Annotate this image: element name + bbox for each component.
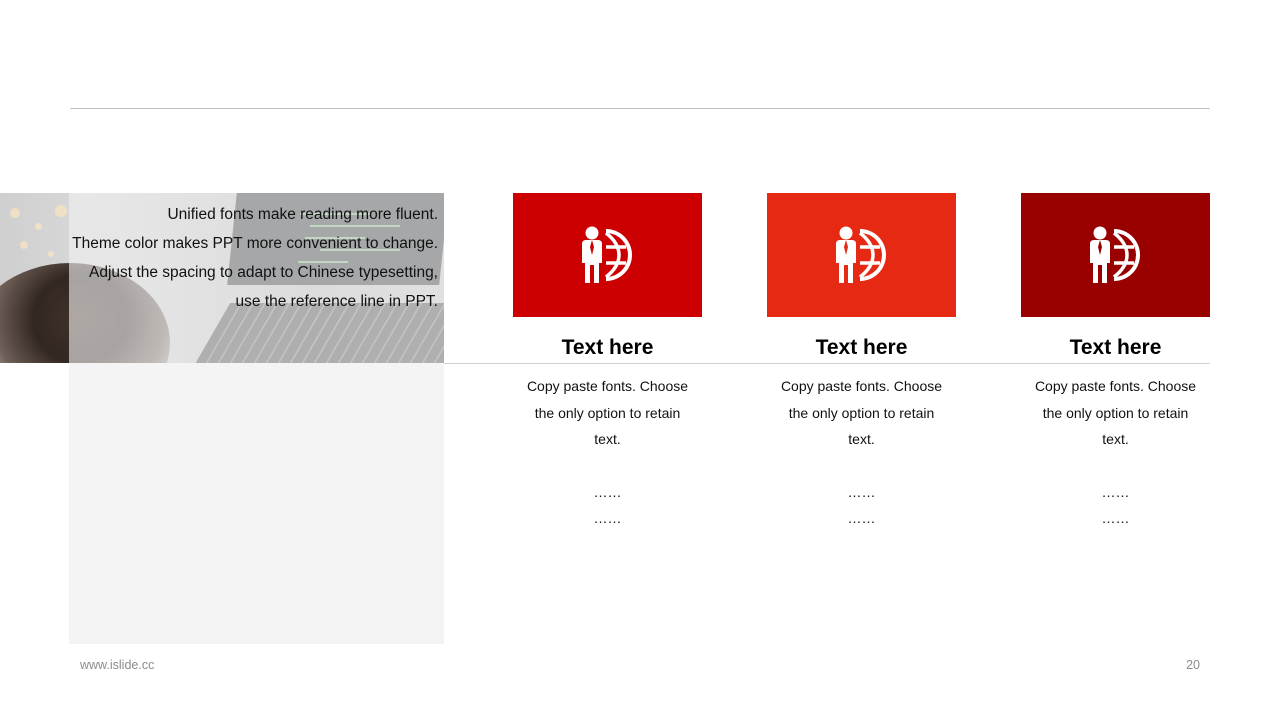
businessman-globe-icon xyxy=(1089,226,1140,283)
card-tile xyxy=(1021,193,1210,317)
card-ellipsis: …… …… xyxy=(513,479,702,532)
top-divider xyxy=(70,108,1210,109)
card-title: Text here xyxy=(815,336,908,359)
card-ellipsis: …… …… xyxy=(1021,479,1210,532)
ellipsis-line: …… xyxy=(593,483,622,500)
card-title: Text here xyxy=(1069,336,1162,359)
footer-url: www.islide.cc xyxy=(80,658,155,672)
ellipsis-line: …… xyxy=(1101,510,1130,526)
feature-card: Text here Copy paste fonts. Choose the o… xyxy=(513,193,702,532)
page-number: 20 xyxy=(1186,658,1200,672)
intro-text: Unified fonts make reading more fluent. … xyxy=(72,200,438,316)
intro-line: Theme color makes PPT more convenient to… xyxy=(72,235,438,252)
card-body: Copy paste fonts. Choose the only option… xyxy=(780,378,943,447)
businessman-globe-icon xyxy=(581,226,632,283)
feature-card: Text here Copy paste fonts. Choose the o… xyxy=(1021,193,1210,532)
feature-card: Text here Copy paste fonts. Choose the o… xyxy=(767,193,956,532)
card-body: Copy paste fonts. Choose the only option… xyxy=(526,378,689,447)
card-tile xyxy=(513,193,702,317)
intro-line: Unified fonts make reading more fluent. xyxy=(167,206,438,223)
ellipsis-line: …… xyxy=(847,483,876,500)
card-ellipsis: …… …… xyxy=(767,479,956,532)
card-tile xyxy=(767,193,956,317)
ellipsis-line: …… xyxy=(593,510,622,526)
card-title: Text here xyxy=(561,336,654,359)
businessman-globe-icon xyxy=(835,226,886,283)
ellipsis-line: …… xyxy=(847,510,876,526)
ellipsis-line: …… xyxy=(1101,483,1130,500)
card-body: Copy paste fonts. Choose the only option… xyxy=(1034,378,1197,447)
intro-line: Adjust the spacing to adapt to Chinese t… xyxy=(89,264,438,310)
